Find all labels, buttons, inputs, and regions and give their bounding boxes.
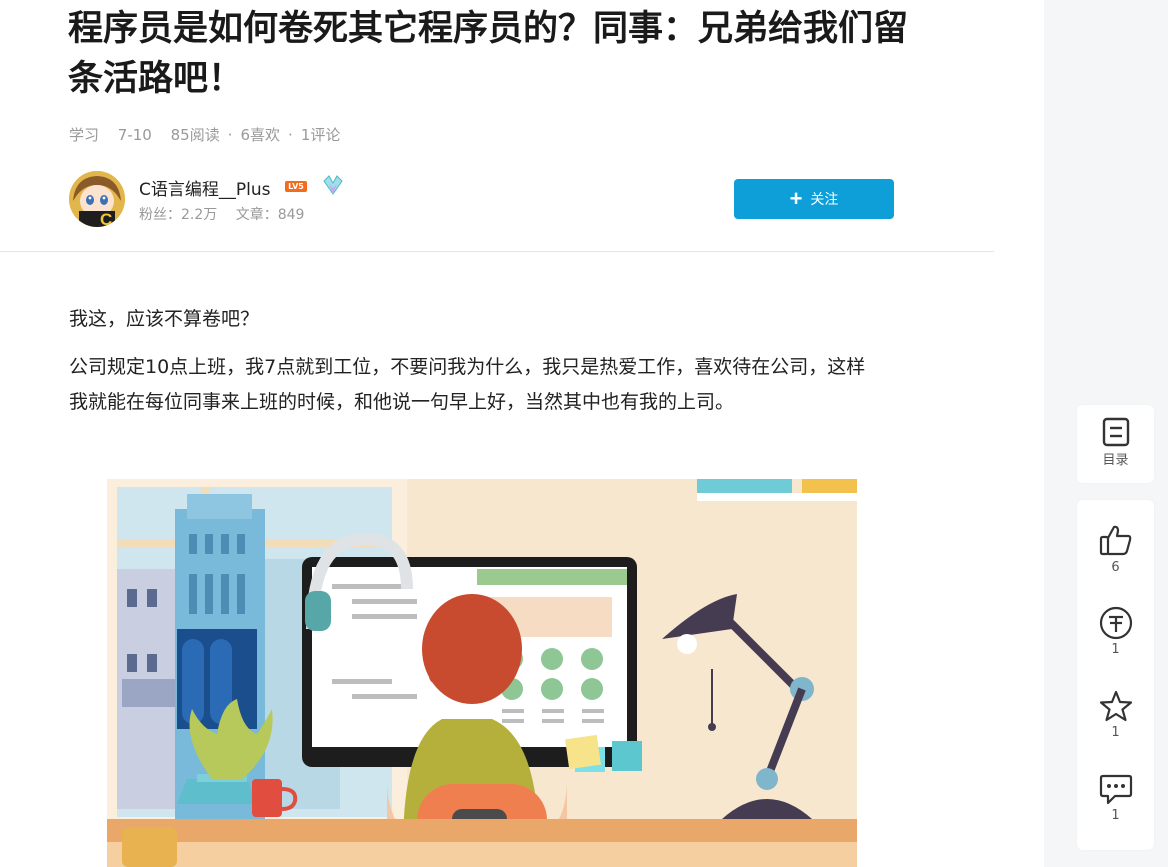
category-tag[interactable]: 学习	[69, 126, 99, 144]
comment-icon	[1077, 772, 1154, 806]
article-count: 文章：849	[235, 207, 305, 223]
meta-separator: ·	[288, 126, 293, 144]
toc-label: 目录	[1102, 453, 1129, 468]
article-meta: 学习 7-10 85阅读 · 6喜欢 · 1评论	[69, 124, 354, 145]
star-icon	[1077, 689, 1154, 723]
favorite-button[interactable]: 1	[1077, 689, 1154, 740]
reward-button[interactable]: 1	[1077, 606, 1154, 657]
plus-icon: +	[789, 186, 803, 211]
fans-count: 粉丝：2.2万	[139, 207, 218, 223]
article-title: 程序员是如何卷死其它程序员的？同事：兄弟给我们留条活路吧！	[68, 9, 909, 99]
author-block: C C语言编程__Plus LV5 粉丝：2.2万 文章：849 + 关注	[69, 171, 899, 227]
reward-icon	[1077, 606, 1154, 640]
read-count: 85阅读	[170, 126, 220, 144]
toc-button[interactable]: 目录	[1077, 417, 1154, 468]
svg-text:C: C	[100, 210, 112, 227]
verified-icon	[321, 174, 345, 196]
favorite-count-label: 1	[1111, 725, 1120, 740]
follow-label: 关注	[810, 191, 839, 207]
avatar[interactable]: C	[69, 171, 125, 227]
article-illustration	[107, 479, 857, 867]
comment-count-label: 1	[1111, 808, 1120, 823]
reward-count-label: 1	[1111, 642, 1120, 657]
author-stats: 粉丝：2.2万 文章：849	[139, 204, 318, 224]
comment-button[interactable]: 1	[1077, 772, 1154, 823]
like-count: 6喜欢	[240, 126, 281, 144]
article-main: 程序员是如何卷死其它程序员的？同事：兄弟给我们留条活路吧！ 学习 7-10 85…	[0, 0, 994, 867]
publish-date: 7-10	[117, 126, 152, 144]
level-badge: LV5	[285, 181, 307, 192]
toc-card: 目录	[1077, 405, 1154, 483]
action-card: 6 1 1 1	[1077, 500, 1154, 850]
toc-icon	[1077, 417, 1154, 447]
header-divider	[0, 251, 994, 252]
comment-count: 1评论	[300, 126, 341, 144]
thumbs-up-icon	[1077, 524, 1154, 556]
author-name[interactable]: C语言编程__Plus	[139, 175, 270, 200]
like-button[interactable]: 6	[1077, 524, 1154, 575]
meta-separator: ·	[227, 126, 233, 144]
like-count-label: 6	[1111, 560, 1120, 575]
article-paragraph: 我这，应该不算卷吧？	[69, 308, 260, 330]
article-paragraph: 公司规定10点上班，我7点就到工位，不要问我为什么，我只是热爱工作，喜欢待在公司…	[69, 356, 866, 413]
follow-button[interactable]: + 关注	[734, 179, 894, 219]
